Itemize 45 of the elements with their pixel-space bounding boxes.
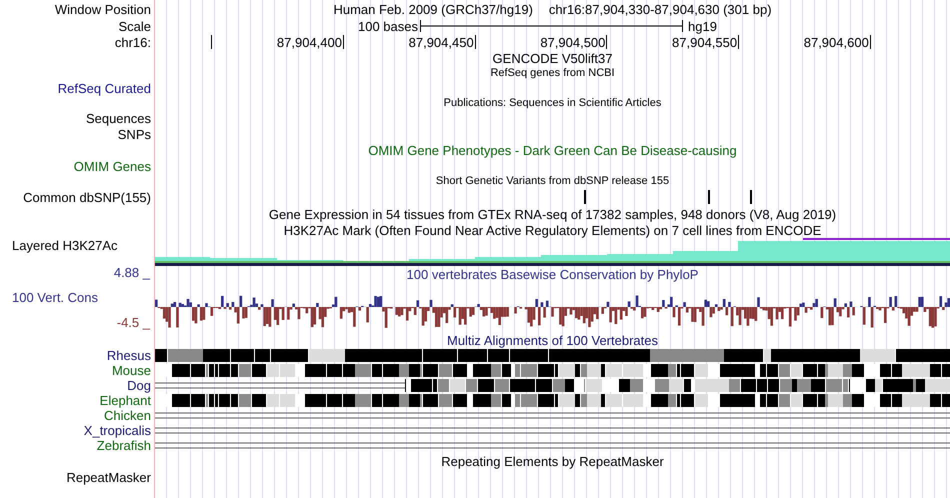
track-label[interactable]: Zebrafish: [96, 439, 151, 452]
track-label[interactable]: Chicken: [104, 409, 151, 422]
track-label[interactable]: SNPs: [118, 128, 151, 140]
ruler-tick: [474, 35, 476, 49]
track-title: GENCODE V50lift37: [492, 52, 612, 64]
ruler-label: 87,904,450: [408, 36, 475, 48]
ruler-tick: [738, 35, 740, 49]
ruler-label: 87,904,400: [276, 36, 343, 48]
track-title: Multiz Alignments of 100 Vertebrates: [446, 334, 658, 346]
track-title: RefSeq genes from NCBI: [490, 68, 615, 78]
track-label[interactable]: Elephant: [100, 394, 151, 407]
ruler-label: 87,904,600: [804, 36, 870, 48]
track-title: Publications: Sequences in Scientific Articles: [444, 98, 662, 108]
track-label[interactable]: Layered H3K27Ac: [12, 238, 118, 254]
track-label[interactable]: OMIM Genes: [74, 160, 151, 172]
track-label[interactable]: Sequences: [86, 112, 151, 124]
track-title: H3K27Ac Mark (Often Found Near Active Regulatory Elements) on 7 cell lines from ENCODE: [284, 224, 822, 236]
track-label[interactable]: RefSeq Curated: [58, 82, 151, 94]
track-label[interactable]: chr16:: [114, 36, 151, 48]
track-title: OMIM Gene Phenotypes - Dark Green Can Be Disease-causing: [368, 144, 737, 156]
track-label[interactable]: Dog: [127, 379, 151, 392]
assembly-label: hg19: [687, 20, 717, 32]
track-label[interactable]: Rhesus: [106, 349, 151, 362]
track-label[interactable]: Scale: [118, 20, 151, 32]
track-label[interactable]: Mouse: [112, 364, 151, 377]
track-label[interactable]: RepeatMasker: [66, 470, 151, 484]
track-title: Short Genetic Variants from dbSNP release 155: [436, 176, 670, 186]
track-label[interactable]: 100 Vert. Cons: [0, 291, 150, 305]
track-title: Repeating Elements by RepeatMasker: [441, 454, 664, 468]
scale-text: 100 bases: [357, 20, 419, 32]
track-title: Gene Expression in 54 tissues from GTEx RNA-seq of 17382 samples, 948 donors (V8, Aug 2019): [268, 208, 836, 220]
ruler-tick: [870, 35, 871, 49]
axis-max-label: 4.88 _: [114, 266, 150, 280]
ruler-tick: [606, 35, 608, 49]
ruler-label: 87,904,500: [540, 36, 606, 48]
ruler-label: 87,904,550: [672, 36, 738, 48]
ruler-tick: [343, 35, 344, 49]
track-label[interactable]: Common dbSNP(155): [23, 190, 151, 204]
assembly-name: Human Feb. 2009 (GRCh37/hg19): [333, 2, 533, 16]
track-title: 100 vertebrates Basewise Conservation by PhyloP: [406, 267, 698, 283]
position-range: chr16:87,904,330-87,904,630 (301 bp): [548, 2, 772, 16]
track-label[interactable]: Window Position: [54, 2, 151, 16]
ruler-tick: [211, 35, 212, 49]
track-label[interactable]: X_tropicalis: [84, 424, 151, 437]
axis-min-label: -4.5 _: [116, 316, 150, 330]
